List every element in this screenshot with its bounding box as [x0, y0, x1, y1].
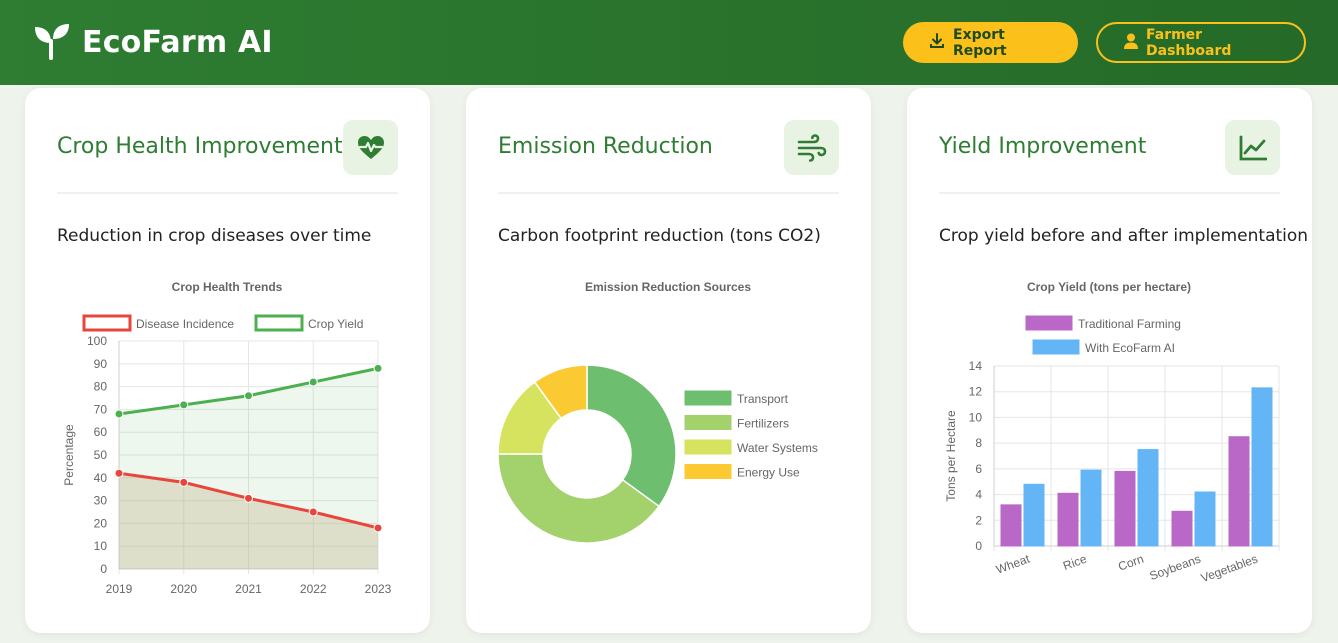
bar — [1251, 387, 1273, 547]
bar — [1080, 469, 1102, 547]
x-tick-label: 2023 — [365, 582, 392, 596]
bar — [1228, 436, 1250, 547]
chart-title: Crop Health Trends — [172, 280, 283, 294]
data-point — [179, 400, 189, 410]
legend-label: Traditional Farming — [1078, 317, 1181, 331]
x-tick-label: Wheat — [994, 551, 1032, 576]
seedling-icon — [32, 21, 72, 65]
y-tick-label: 2 — [975, 513, 982, 527]
y-tick-label: 60 — [94, 425, 108, 439]
legend-swatch — [684, 390, 732, 406]
data-point — [244, 391, 253, 401]
user-icon — [1124, 33, 1138, 53]
legend-label: Fertilizers — [737, 417, 789, 431]
legend-label: Crop Yield — [308, 317, 363, 331]
legend-swatch — [1025, 315, 1073, 331]
data-point — [244, 493, 253, 503]
data-point — [114, 409, 124, 419]
x-tick-label: Corn — [1116, 552, 1145, 574]
legend-swatch — [684, 415, 732, 430]
legend-label: Disease Incidence — [136, 317, 234, 331]
legend-label: Energy Use — [737, 466, 800, 480]
data-point — [179, 477, 189, 487]
download-icon — [929, 32, 945, 53]
x-tick-label: Soybeans — [1148, 552, 1203, 583]
x-tick-label: Rice — [1061, 552, 1089, 573]
bar — [1057, 492, 1079, 547]
bar — [1023, 483, 1045, 547]
data-point — [373, 363, 383, 373]
y-tick-label: 10 — [969, 410, 983, 424]
legend-label: Water Systems — [737, 441, 818, 455]
y-tick-label: 12 — [969, 385, 983, 399]
emission-chart: Emission Reduction Sources Transport Ferti… — [497, 280, 818, 544]
export-report-label: Export Report — [953, 26, 1007, 59]
y-tick-label: 0 — [100, 562, 107, 576]
legend-swatch — [684, 464, 732, 479]
chart-title: Crop Yield (tons per hectare) — [1027, 280, 1191, 294]
x-tick-label: 2020 — [170, 582, 197, 596]
y-tick-label: 6 — [975, 462, 982, 476]
legend-swatch — [82, 314, 132, 332]
bar — [1194, 491, 1216, 547]
y-axis-label: Percentage — [62, 424, 76, 486]
yield-chart: Crop Yield (tons per hectare) Traditional… — [944, 280, 1280, 585]
data-point — [114, 468, 124, 478]
bar — [1114, 470, 1136, 547]
y-tick-label: 8 — [975, 436, 982, 450]
legend-swatch — [254, 314, 304, 332]
brand[interactable]: EcoFarm AI — [32, 21, 273, 65]
legend-swatch — [1032, 339, 1080, 355]
pie-slice — [586, 364, 677, 508]
yield-card: Yield Improvement Crop yield before and … — [907, 88, 1312, 633]
farmer-dashboard-button[interactable]: Farmer Dashboard — [1096, 22, 1306, 63]
y-tick-label: 0 — [975, 539, 982, 553]
export-report-button[interactable]: Export Report — [903, 22, 1078, 63]
y-tick-label: 100 — [87, 334, 107, 348]
legend-label: With EcoFarm AI — [1085, 341, 1175, 355]
emission-card: Emission Reduction Carbon footprint redu… — [466, 88, 871, 633]
y-tick-label: 14 — [969, 359, 983, 373]
y-tick-label: 70 — [94, 402, 108, 416]
y-tick-label: 80 — [94, 380, 108, 394]
data-point — [308, 507, 318, 517]
legend-swatch — [684, 439, 732, 455]
x-tick-label: 2022 — [300, 582, 327, 596]
x-tick-label: 2021 — [235, 582, 262, 596]
crop-health-card: Crop Health Improvement Reduction in cro… — [25, 88, 430, 633]
bar — [1000, 504, 1022, 547]
farmer-dashboard-label: Farmer Dashboard — [1146, 26, 1232, 59]
y-tick-label: 50 — [94, 448, 108, 462]
x-tick-label: Vegetables — [1199, 552, 1260, 585]
y-axis-label: Tons per Hectare — [944, 410, 958, 502]
data-point — [373, 523, 383, 533]
legend-label: Transport — [737, 392, 789, 406]
y-tick-label: 10 — [94, 539, 108, 553]
y-tick-label: 20 — [94, 516, 108, 530]
data-point — [308, 377, 318, 387]
chart-title: Emission Reduction Sources — [585, 280, 751, 294]
crop-health-chart: Crop Health Trends Disease Incidence Crop … — [62, 280, 392, 596]
y-tick-label: 30 — [94, 494, 108, 508]
brand-title: EcoFarm AI — [82, 25, 273, 60]
y-tick-label: 4 — [975, 488, 982, 502]
bar — [1171, 510, 1193, 547]
app-header: EcoFarm AI Export Report Farmer Dashboar… — [0, 0, 1338, 85]
bar — [1137, 449, 1159, 547]
y-tick-label: 90 — [94, 357, 108, 371]
y-tick-label: 40 — [94, 471, 108, 485]
x-tick-label: 2019 — [106, 582, 133, 596]
